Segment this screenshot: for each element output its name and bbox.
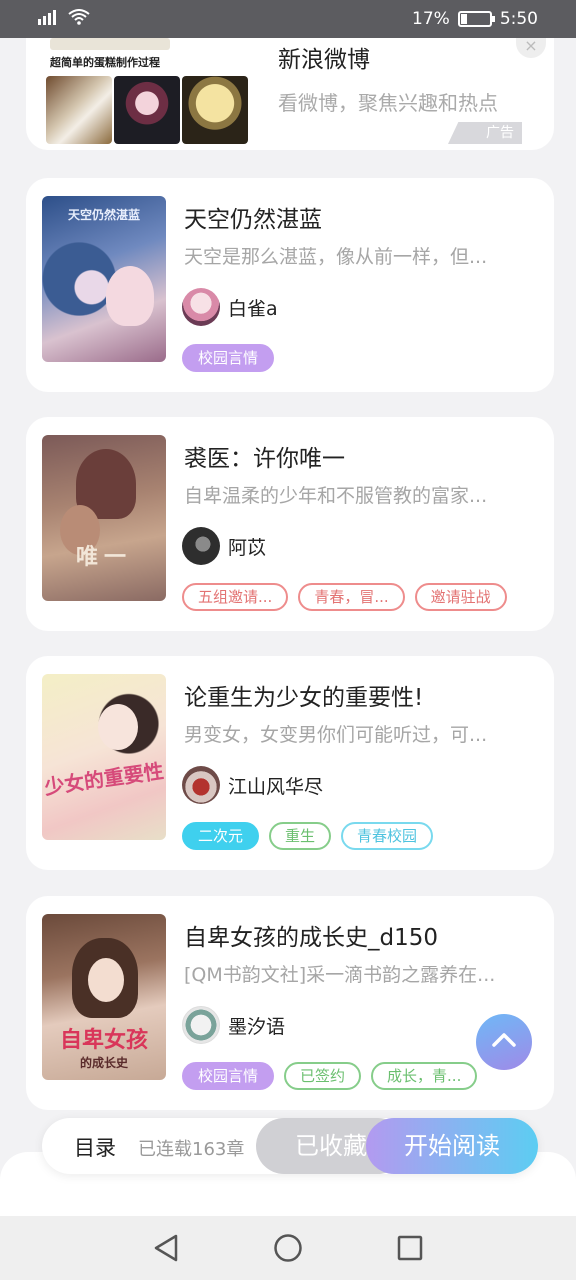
cover-subtitle: 的成长史 [79,1056,128,1070]
chevron-up-icon [491,1032,517,1052]
ad-image-2 [114,76,180,144]
scroll-top-button[interactable] [476,1014,532,1070]
book-cover[interactable]: 少女的重要性 [42,674,166,840]
ad-badge: 广告 [448,122,522,144]
book-description: 男变女，女变男你们可能听过，可... [184,724,488,746]
author-row[interactable]: 江山风华尽 [182,766,323,804]
author-row[interactable]: 墨汐语 [182,1006,285,1044]
home-icon[interactable] [271,1231,305,1265]
system-nav-bar [0,1216,576,1280]
avatar [182,1006,220,1044]
battery-percent: 17% [412,9,450,29]
book-card[interactable]: 少女的重要性 论重生为少女的重要性! 男变女，女变男你们可能听过，可... 江山… [26,656,554,870]
genre-tag[interactable]: 青春校园 [341,822,434,850]
author-row[interactable]: 白雀a [182,288,278,326]
battery-icon [457,11,495,27]
author-name: 江山风华尽 [228,775,324,798]
book-card[interactable]: 天空仍然湛蓝 天空仍然湛蓝 天空是那么湛蓝，像从前一样，但... 白雀a 校园言… [26,178,554,392]
genre-tag[interactable]: 五组邀请... [182,583,289,611]
genre-tag[interactable]: 校园言情 [182,1062,275,1090]
genre-tag[interactable]: 已签约 [284,1062,362,1090]
book-description: 天空是那么湛蓝，像从前一样，但... [184,246,488,268]
wifi-icon [68,8,90,30]
book-title: 论重生为少女的重要性! [184,685,424,711]
ad-image-3 [182,76,248,144]
book-title: 天空仍然湛蓝 [184,207,322,233]
ad-thumbnail: 超简单的蛋糕制作过程 [46,38,272,150]
signal-icon [38,9,58,30]
book-card[interactable]: 唯一 裘医：许你唯一 自卑温柔的少年和不服管教的富家... 阿苡 五组邀请...… [26,417,554,631]
ad-card[interactable]: 超简单的蛋糕制作过程 新浪微博 看微博，聚焦兴趣和热点 × 广告 [26,38,554,150]
genre-tag[interactable]: 二次元 [182,822,260,850]
avatar [182,288,220,326]
ad-close-button[interactable]: × [516,38,546,58]
cover-title: 唯一 [75,544,132,570]
ad-image-1 [46,76,112,144]
genre-tag[interactable]: 校园言情 [182,344,275,372]
cover-title: 自卑女孩 [59,1027,148,1053]
status-bar: 17% 5:50 [0,0,576,38]
toc-button[interactable]: 目录 [74,1132,116,1162]
author-name: 白雀a [228,297,278,320]
book-description: 自卑温柔的少年和不服管教的富家... [184,485,488,507]
tag-list: 二次元 重生 青春校园 [182,822,434,850]
genre-tag[interactable]: 成长，青... [371,1062,478,1090]
clock: 5:50 [499,9,538,29]
back-icon[interactable] [149,1231,183,1265]
ad-title: 新浪微博 [278,47,370,73]
cover-title: 天空仍然湛蓝 [67,208,140,222]
start-reading-button[interactable]: 开始阅读 [366,1118,538,1174]
book-card[interactable]: 自卑女孩 的成长史 自卑女孩的成长史_d150 [QM书韵文社]采一滴书韵之露养… [26,896,554,1110]
genre-tag[interactable]: 邀请驻战 [414,583,507,611]
avatar [182,527,220,565]
book-cover[interactable]: 天空仍然湛蓝 [42,196,166,362]
tag-list: 校园言情 [182,344,275,372]
author-row[interactable]: 阿苡 [182,527,266,565]
chapter-count: 已连载163章 [138,1139,245,1160]
genre-tag[interactable]: 青春，冒... [298,583,405,611]
book-title: 裘医：许你唯一 [184,446,345,472]
book-cover[interactable]: 自卑女孩 的成长史 [42,914,166,1080]
action-bar: 目录 已连载163章 已收藏 开始阅读 [42,1118,538,1174]
book-cover[interactable]: 唯一 [42,435,166,601]
tag-list: 五组邀请... 青春，冒... 邀请驻战 [182,583,507,611]
avatar [182,766,220,804]
author-name: 墨汐语 [228,1015,286,1038]
genre-tag[interactable]: 重生 [269,822,332,850]
cover-title: 少女的重要性 [42,758,166,800]
book-description: [QM书韵文社]采一滴书韵之露养在... [184,964,496,986]
ad-description: 看微博，聚焦兴趣和热点 [278,91,498,115]
book-title: 自卑女孩的成长史_d150 [184,925,438,951]
author-name: 阿苡 [228,536,267,559]
ad-thumb-caption: 超简单的蛋糕制作过程 [50,56,160,69]
recents-icon[interactable] [393,1231,427,1265]
tag-list: 校园言情 已签约 成长，青... [182,1062,478,1090]
